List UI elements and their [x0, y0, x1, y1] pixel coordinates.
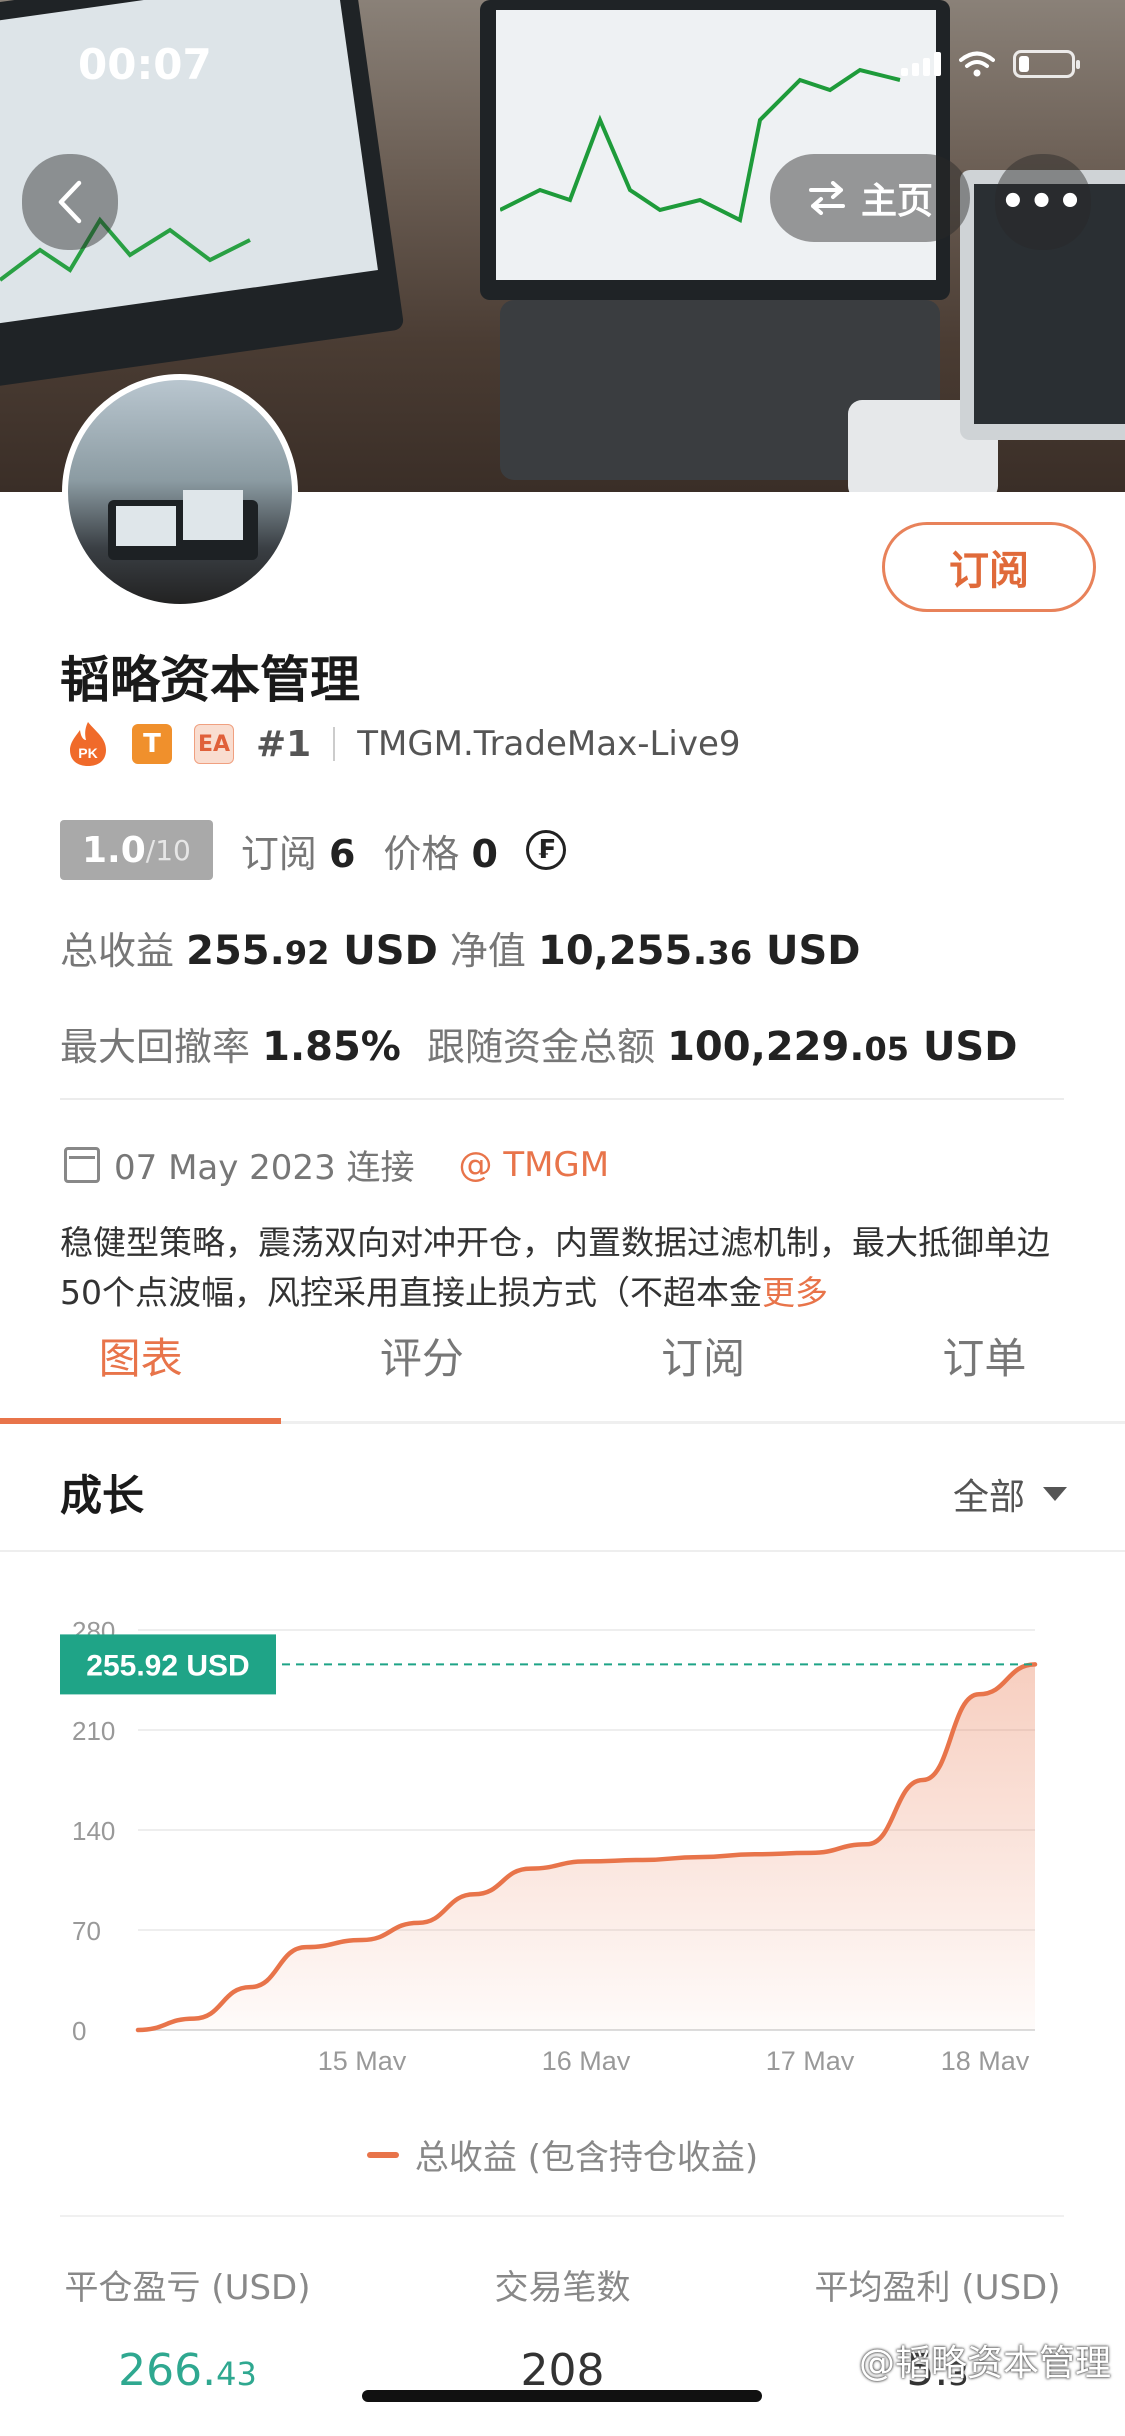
- closed-pnl-value: 266.43: [118, 2345, 257, 2396]
- divider: [333, 727, 336, 761]
- follow-amount: 100,229.05 USD: [667, 1024, 1018, 1070]
- growth-chart: 0 70 140 210 280 15 May 16 May 17 May 18 May 255.…: [0, 1590, 1125, 2076]
- divider: [60, 2215, 1064, 2217]
- subscribe-count: 订阅 6: [240, 831, 356, 876]
- connect-date: 07 May 2023 连接: [114, 1148, 415, 1188]
- battery-icon: [1013, 50, 1080, 78]
- range-filter-label: 全部: [952, 1477, 1025, 1518]
- more-icon: •••: [1000, 179, 1086, 225]
- x-tick-label: 16 May: [542, 2046, 631, 2070]
- score-badge: 1.0/10: [60, 820, 213, 880]
- broker-link[interactable]: @ TMGM: [459, 1145, 610, 1185]
- tab-bar: 图表 评分 订阅 订单: [0, 1290, 1125, 1424]
- current-value-label: 255.92 USD: [86, 1649, 249, 1682]
- x-tick-label: 18 May: [941, 2046, 1030, 2070]
- y-tick-label: 70: [72, 1916, 101, 1946]
- t-badge: T: [132, 724, 172, 764]
- growth-header: 成长 全部: [0, 1440, 1125, 1552]
- more-button[interactable]: •••: [995, 154, 1091, 250]
- page: 00:07 主页 ••• 订阅 韬略资本管理 PK T EA #1 TMGM.T…: [0, 0, 1125, 2436]
- strategy-name: 韬略资本管理: [60, 651, 360, 709]
- legend-label: 总收益 (包含持仓收益): [414, 2138, 759, 2178]
- ea-badge: EA: [194, 724, 234, 764]
- calendar-icon: [64, 1146, 100, 1183]
- growth-chart-svg: 07014021028015 May 16 May 17 May 18 May255.…: [60, 1616, 1038, 2076]
- total-profit: 255.92 USD: [186, 928, 438, 974]
- subscribe-button[interactable]: 订阅: [882, 522, 1096, 612]
- y-tick-label: 0: [72, 2016, 86, 2046]
- score-value: 1.0: [82, 829, 146, 871]
- tab-rating[interactable]: 评分: [281, 1290, 562, 1421]
- avatar[interactable]: [62, 374, 298, 610]
- rank: #1: [256, 723, 312, 765]
- pk-text: PK: [78, 745, 97, 761]
- legend-swatch: [366, 2151, 399, 2158]
- tab-orders[interactable]: 订单: [844, 1290, 1125, 1421]
- status-time: 00:07: [78, 40, 212, 89]
- profit-row: 总收益 255.92 USD 净值 10,255.36 USD: [60, 928, 861, 974]
- max-drawdown: 1.85%: [262, 1024, 401, 1070]
- x-tick-label: 15 May: [318, 2046, 407, 2070]
- tab-subscribe[interactable]: 订阅: [563, 1290, 844, 1421]
- chart-legend: 总收益 (包含持仓收益): [0, 2130, 1125, 2179]
- summary-trade-count: 交易笔数 208: [494, 2268, 631, 2396]
- equity: 10,255.36 USD: [537, 928, 861, 974]
- wifi-icon: [959, 51, 995, 77]
- currency-icon: ₣: [525, 830, 566, 870]
- rating-row: 1.0/10 订阅 6 价格 0 ₣: [60, 820, 566, 880]
- status-icons: [901, 50, 1080, 78]
- score-max: /10: [145, 833, 191, 867]
- home-indicator[interactable]: [362, 2390, 762, 2402]
- growth-title: 成长: [60, 1471, 145, 1520]
- drawdown-row: 最大回撤率 1.85% 跟随资金总额 100,229.05 USD: [60, 1024, 1018, 1070]
- y-tick-label: 140: [72, 1816, 115, 1846]
- divider: [60, 1098, 1064, 1100]
- trade-count-value: 208: [520, 2345, 605, 2396]
- signal-icon: [901, 52, 941, 76]
- back-button[interactable]: [22, 154, 118, 250]
- connection-row: 07 May 2023 连接 @ TMGM: [64, 1140, 609, 1189]
- server-name: TMGM.TradeMax-Live9: [357, 724, 741, 764]
- pk-fire-icon: PK: [70, 722, 106, 766]
- home-button[interactable]: 主页: [770, 154, 970, 242]
- chevron-left-icon: [58, 180, 82, 224]
- range-filter[interactable]: 全部: [953, 1468, 1067, 1520]
- x-tick-label: 17 May: [766, 2046, 855, 2070]
- summary-closed-pnl: 平仓盈亏 (USD) 266.43: [64, 2268, 311, 2396]
- swap-icon: [808, 181, 845, 215]
- badges-row: PK T EA #1 TMGM.TradeMax-Live9: [66, 720, 741, 768]
- watermark: @韬略资本管理: [858, 2343, 1111, 2384]
- y-tick-label: 210: [72, 1716, 115, 1746]
- price: 价格 0: [383, 831, 498, 876]
- tab-chart[interactable]: 图表: [0, 1290, 282, 1424]
- home-label: 主页: [860, 181, 933, 222]
- caret-down-icon: [1043, 1487, 1067, 1501]
